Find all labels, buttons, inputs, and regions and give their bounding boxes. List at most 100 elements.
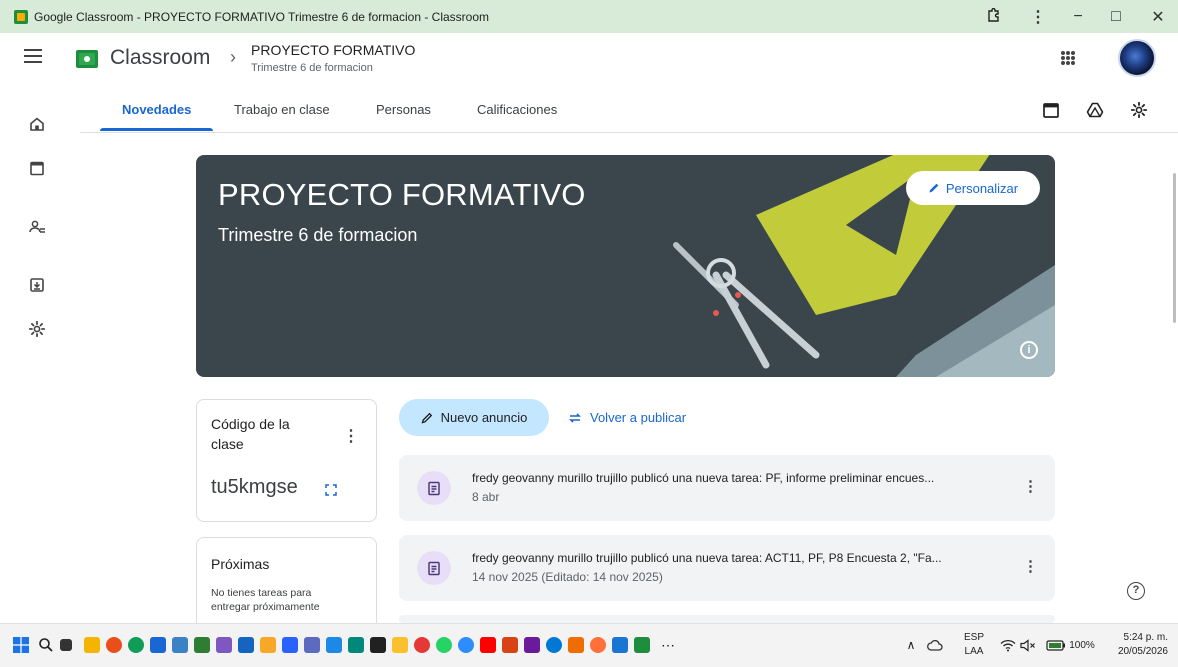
repost-button[interactable]: Volver a publicar	[568, 399, 686, 436]
info-icon[interactable]: i	[1020, 341, 1038, 359]
upcoming-card: Próximas No tienes tareas para entregar …	[196, 537, 377, 637]
post-title: fredy geovanny murillo trujillo publicó …	[472, 551, 942, 565]
help-icon[interactable]: ?	[1127, 582, 1145, 600]
upcoming-empty-text: No tienes tareas para entregar próximame…	[211, 587, 320, 613]
breadcrumb-course-subtitle: Trimestre 6 de formacion	[251, 62, 373, 74]
class-settings-icon[interactable]	[1130, 101, 1148, 119]
repost-label: Volver a publicar	[590, 410, 687, 425]
tray-expand-icon[interactable]: ∧	[904, 639, 918, 651]
pencil-icon	[929, 183, 939, 193]
minimize-button[interactable]: −	[1058, 0, 1098, 33]
stream-post[interactable]: fredy geovanny murillo trujillo publicó …	[399, 535, 1055, 601]
taskbar-app-icon[interactable]	[524, 637, 540, 653]
cloud-icon[interactable]	[927, 639, 943, 651]
zoom-icon[interactable]	[458, 637, 474, 653]
whatsapp-icon[interactable]	[436, 637, 452, 653]
active-tab-indicator	[100, 128, 213, 131]
post-date: 8 abr	[472, 490, 500, 504]
repost-icon	[569, 412, 581, 423]
taskbar-app-icon[interactable]	[414, 637, 430, 653]
tab-personas[interactable]: Personas	[376, 89, 431, 133]
taskbar-app-icon[interactable]	[568, 637, 584, 653]
wifi-icon[interactable]	[1000, 639, 1016, 652]
tab-calificaciones[interactable]: Calificaciones	[477, 89, 557, 133]
settings-icon[interactable]	[28, 320, 46, 338]
taskbar-app-icon[interactable]	[216, 637, 232, 653]
page-scrollbar[interactable]	[1171, 133, 1178, 623]
breadcrumb-course-title[interactable]: PROYECTO FORMATIVO	[251, 42, 415, 58]
course-banner: PROYECTO FORMATIVO Trimestre 6 de formac…	[196, 155, 1055, 377]
class-code-label: Código de la clase	[211, 416, 290, 452]
upcoming-title: Próximas	[211, 556, 270, 572]
taskbar-app-icon[interactable]	[238, 637, 254, 653]
class-code-menu-icon[interactable]: ⋮	[343, 426, 359, 446]
taskbar-app-icon[interactable]	[348, 637, 364, 653]
fullscreen-icon[interactable]	[325, 484, 337, 496]
close-button[interactable]: ✕	[1138, 0, 1178, 33]
taskbar-app-icon[interactable]	[612, 637, 628, 653]
windows-start-icon[interactable]	[13, 637, 29, 653]
home-icon[interactable]	[28, 115, 46, 133]
classroom-favicon-icon	[14, 9, 28, 24]
brand-name[interactable]: Classroom	[110, 46, 210, 70]
enrolled-classes-icon[interactable]	[28, 218, 46, 236]
search-icon[interactable]	[38, 637, 54, 653]
classroom-logo-icon[interactable]	[76, 50, 98, 68]
file-explorer-icon[interactable]	[84, 637, 100, 653]
window-title: Google Classroom - PROYECTO FORMATIVO Tr…	[34, 9, 489, 24]
window-titlebar: Google Classroom - PROYECTO FORMATIVO Tr…	[0, 0, 1178, 33]
customize-button-label: Personalizar	[945, 180, 1019, 196]
maximize-button[interactable]: □	[1096, 0, 1136, 33]
taskbar-app-icon[interactable]	[106, 637, 122, 653]
app-header: Classroom › PROYECTO FORMATIVO Trimestre…	[0, 33, 1178, 89]
more-options-icon[interactable]: ⋮	[1018, 0, 1058, 33]
taskbar-app-icon[interactable]	[172, 637, 188, 653]
pencil-icon	[421, 412, 432, 423]
extension-icon[interactable]	[985, 8, 1001, 24]
main-menu-icon[interactable]	[24, 49, 42, 63]
youtube-icon[interactable]	[480, 637, 496, 653]
taskbar-app-icon[interactable]	[260, 637, 276, 653]
class-code-card: Código de la clase ⋮ tu5kmgse	[196, 399, 377, 522]
stream-post-partial[interactable]	[399, 615, 1055, 623]
post-menu-icon[interactable]: ⋮	[1023, 557, 1038, 575]
taskbar-app-icon[interactable]	[502, 637, 518, 653]
taskbar-app-icon[interactable]	[150, 637, 166, 653]
customize-button[interactable]: Personalizar	[906, 171, 1040, 205]
google-apps-icon[interactable]	[1061, 51, 1075, 65]
clock-time[interactable]: 5:24 p. m.	[1108, 632, 1168, 644]
breadcrumb-chevron-icon: ›	[230, 47, 236, 67]
language-layout: LAA	[964, 646, 984, 657]
firefox-icon[interactable]	[590, 637, 606, 653]
taskbar-app-icon[interactable]	[392, 637, 408, 653]
account-avatar[interactable]	[1118, 39, 1156, 77]
stream-post[interactable]: fredy geovanny murillo trujillo publicó …	[399, 455, 1055, 521]
calendar-icon[interactable]	[28, 159, 46, 177]
taskbar-overflow-icon[interactable]: ⋯	[660, 638, 676, 652]
banner-course-title: PROYECTO FORMATIVO	[218, 177, 586, 212]
classroom-taskbar-icon[interactable]	[634, 637, 650, 653]
google-drive-icon[interactable]	[1086, 101, 1104, 119]
taskbar-app-icon[interactable]	[282, 637, 298, 653]
taskbar-app-icon[interactable]	[326, 637, 342, 653]
volume-muted-icon[interactable]	[1020, 639, 1036, 652]
task-view-icon[interactable]	[60, 639, 72, 651]
edge-browser-icon[interactable]	[128, 637, 144, 653]
clock-date[interactable]: 20/05/2026	[1108, 646, 1168, 658]
tab-trabajo-en-clase[interactable]: Trabajo en clase	[234, 89, 330, 133]
taskbar-app-icon[interactable]	[304, 637, 320, 653]
taskbar-app-icon[interactable]	[194, 637, 210, 653]
onedrive-icon[interactable]	[546, 637, 562, 653]
language-indicator[interactable]: ESP	[960, 632, 988, 644]
google-calendar-icon[interactable]	[1042, 101, 1060, 119]
archived-classes-icon[interactable]	[28, 276, 46, 294]
tab-novedades[interactable]: Novedades	[122, 89, 191, 133]
battery-icon[interactable]	[1046, 639, 1066, 652]
post-menu-icon[interactable]: ⋮	[1023, 477, 1038, 495]
new-announcement-button[interactable]: Nuevo anuncio	[399, 399, 549, 436]
taskbar-app-icon[interactable]	[370, 637, 386, 653]
scrollbar-thumb[interactable]	[1173, 173, 1176, 323]
assignment-icon	[417, 471, 451, 505]
post-date: 14 nov 2025 (Editado: 14 nov 2025)	[472, 570, 663, 584]
new-announcement-label: Nuevo anuncio	[440, 410, 528, 425]
